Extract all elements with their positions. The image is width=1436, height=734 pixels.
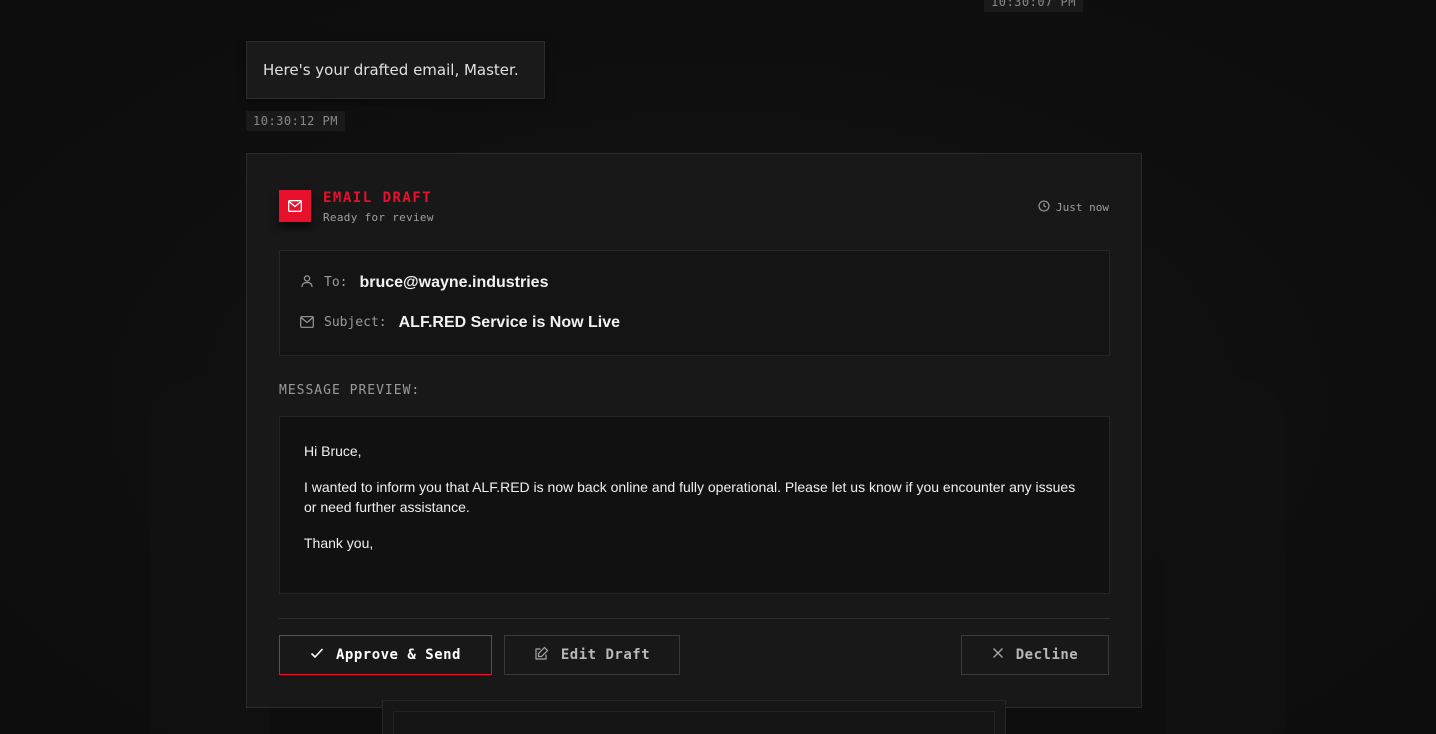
edit-draft-button[interactable]: Edit Draft: [504, 635, 680, 675]
check-icon: [310, 647, 324, 663]
email-draft-time: Just now: [1038, 200, 1109, 215]
assistant-message-text: Here's your drafted email, Master.: [263, 61, 519, 79]
background-shape-right: [1165, 380, 1285, 734]
next-message-card: [382, 700, 1006, 734]
decline-button[interactable]: Decline: [961, 635, 1109, 675]
decline-label: Decline: [1015, 647, 1079, 663]
close-icon: [992, 647, 1004, 663]
subject-label: Subject:: [324, 315, 387, 330]
email-draft-status: Ready for review: [323, 211, 434, 224]
mail-icon: [300, 313, 314, 332]
email-draft-title: EMAIL DRAFT: [323, 190, 433, 206]
message-preview-box: Hi Bruce, I wanted to inform you that AL…: [279, 416, 1110, 594]
email-draft-time-text: Just now: [1056, 201, 1109, 214]
approve-send-button[interactable]: Approve & Send: [279, 635, 492, 675]
email-draft-header: EMAIL DRAFT Ready for review Just now: [279, 190, 1109, 230]
recipient-value: bruce@wayne.industries: [359, 273, 549, 291]
email-closing: Thank you,: [304, 535, 374, 551]
mail-icon: [279, 190, 311, 222]
email-greeting: Hi Bruce,: [304, 443, 362, 459]
edit-draft-label: Edit Draft: [560, 647, 651, 663]
previous-message-timestamp: 10:30:07 PM: [984, 0, 1083, 12]
approve-send-label: Approve & Send: [335, 647, 461, 663]
assistant-message-bubble: Here's your drafted email, Master.: [246, 41, 545, 99]
subject-value: ALF.RED Service is Now Live: [398, 313, 621, 331]
email-body-paragraph: I wanted to inform you that ALF.RED is n…: [304, 479, 1076, 515]
subject-row: Subject: ALF.RED Service is Now Live: [300, 313, 620, 332]
user-icon: [300, 273, 314, 292]
email-meta-box: To: bruce@wayne.industries Subject: ALF.…: [279, 250, 1110, 356]
chat-stage: 10:30:07 PM Here's your drafted email, M…: [0, 0, 1436, 734]
recipient-label: To:: [324, 275, 348, 290]
next-message-card-inner: [393, 711, 995, 734]
recipient-row: To: bruce@wayne.industries: [300, 273, 548, 292]
email-draft-card: EMAIL DRAFT Ready for review Just now To…: [246, 153, 1142, 708]
message-timestamp: 10:30:12 PM: [246, 111, 345, 131]
message-preview-label: MESSAGE PREVIEW:: [279, 383, 421, 398]
clock-icon: [1038, 200, 1050, 215]
actions-divider: [279, 618, 1110, 619]
edit-icon: [534, 646, 549, 665]
